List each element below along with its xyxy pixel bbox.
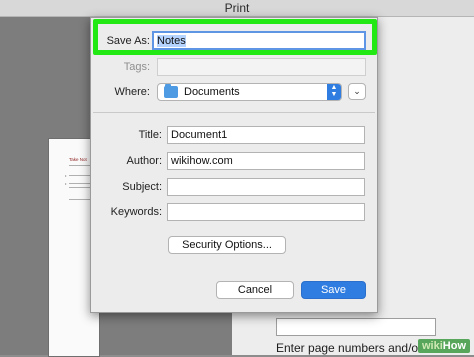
keywords-field[interactable]: [167, 203, 365, 221]
subject-label: Subject:: [122, 181, 162, 193]
expand-button[interactable]: ⌄: [348, 83, 366, 100]
window-titlebar: Print: [0, 0, 474, 17]
folder-icon: [164, 84, 178, 98]
title-label: Title:: [138, 129, 162, 141]
cancel-button[interactable]: Cancel: [216, 281, 294, 299]
save-as-highlight: [93, 19, 377, 55]
where-popup[interactable]: Documents ▲ ▼: [157, 83, 342, 101]
title-field[interactable]: Document1: [167, 126, 365, 144]
author-label: Author:: [126, 155, 162, 167]
doc-bullet: •: [65, 181, 67, 186]
page-range-field[interactable]: [276, 318, 436, 336]
doc-line: [69, 187, 91, 188]
tags-label: Tags:: [123, 61, 150, 73]
security-options-button[interactable]: Security Options...: [168, 236, 286, 254]
doc-bullet: •: [65, 173, 67, 178]
keywords-label: Keywords:: [110, 206, 162, 218]
wikihow-watermark: wikiHow: [418, 339, 471, 353]
where-value: Documents: [184, 86, 240, 98]
subject-field[interactable]: [167, 178, 365, 196]
watermark-wiki: wiki: [422, 340, 443, 352]
page-numbers-label: Enter page numbers and/or: [276, 341, 423, 355]
save-button[interactable]: Save: [301, 281, 366, 299]
doc-heading: Take Not: [69, 157, 87, 162]
chevron-updown-icon: ▲ ▼: [327, 84, 341, 100]
tags-field[interactable]: [157, 58, 366, 76]
section-divider: [93, 112, 375, 113]
where-label: Where:: [114, 86, 150, 98]
watermark-how: How: [442, 340, 467, 352]
window-title: Print: [224, 1, 250, 15]
author-field[interactable]: wikihow.com: [167, 152, 365, 170]
chevron-down-icon: ⌄: [353, 86, 361, 96]
